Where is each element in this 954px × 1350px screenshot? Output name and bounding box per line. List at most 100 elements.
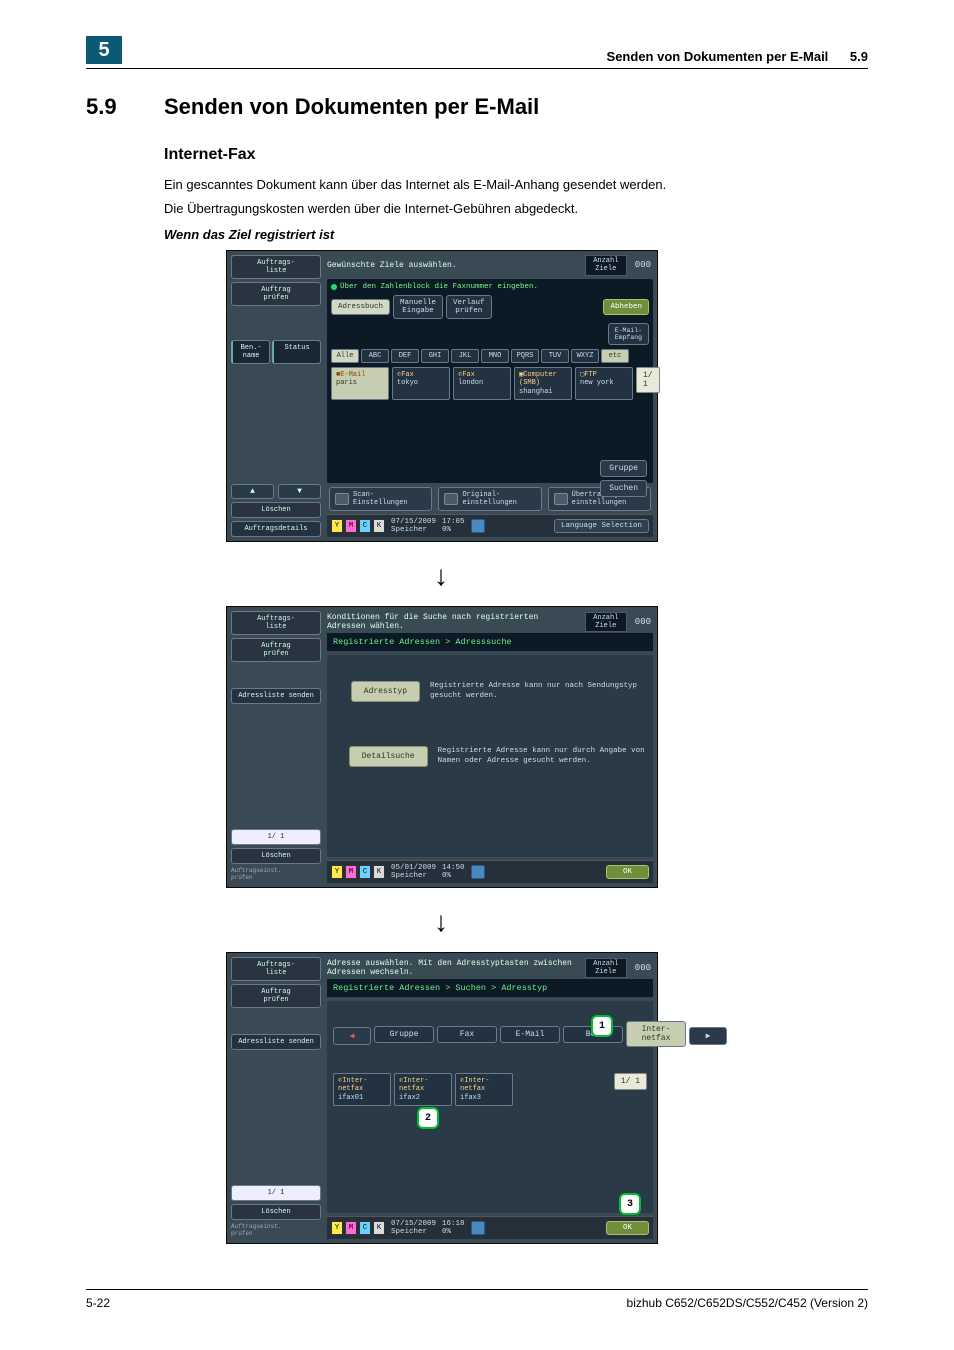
ok-button[interactable]: OK — [606, 865, 649, 879]
alpha-def[interactable]: DEF — [391, 349, 419, 363]
addresstype-desc: Registrierte Adresse kann nur nach Sendu… — [430, 682, 647, 702]
para-2: Die Übertragungskosten werden über die I… — [164, 200, 868, 218]
type-group[interactable]: Gruppe — [374, 1026, 434, 1043]
job-details-button[interactable]: Auftragsdetails — [231, 521, 321, 537]
doc-icon — [471, 519, 485, 533]
job-check-button[interactable]: Auftragprüfen — [231, 282, 321, 306]
dest-count: 000 — [633, 963, 653, 973]
ymck-icon: YMCK — [331, 865, 385, 879]
type-fax[interactable]: Fax — [437, 1026, 497, 1043]
alpha-all[interactable]: Alle — [331, 349, 359, 363]
status-time: 16:180% — [442, 1220, 465, 1236]
delete-button[interactable]: Löschen — [231, 1204, 321, 1220]
callout-1: 1 — [591, 1015, 613, 1037]
dest-count-label: AnzahlZiele — [585, 255, 627, 276]
subheading: Internet-Fax — [164, 146, 868, 164]
send-addresslist-button[interactable]: Adressliste senden — [231, 688, 321, 704]
tab-manual-input[interactable]: ManuelleEingabe — [393, 295, 443, 319]
group-button[interactable]: Gruppe — [600, 460, 647, 477]
chapter-box: 5 — [86, 36, 122, 64]
nav-arrows[interactable]: ▲ ▼ — [231, 484, 321, 499]
dest-tokyo[interactable]: ✆Faxtokyo — [392, 367, 450, 400]
doc-icon — [471, 1221, 485, 1235]
down-arrow-2: ↓ — [226, 906, 656, 938]
page-indicator: 1/ 1 — [636, 367, 660, 393]
alpha-pqrs[interactable]: PQRS — [511, 349, 539, 363]
job-settings-check[interactable]: Auftragseinst.prüfen — [231, 867, 321, 883]
para-em: Wenn das Ziel registriert ist — [164, 227, 868, 242]
original-icon — [444, 493, 458, 505]
status-date: 07/15/2009Speicher — [391, 518, 436, 534]
section-title: 5.9Senden von Dokumenten per E-Mail — [86, 94, 868, 120]
page-box: 1/ 1 — [231, 1185, 321, 1201]
down-arrow-1: ↓ — [226, 560, 656, 592]
ok-button[interactable]: OK — [606, 1221, 649, 1235]
dest-shanghai[interactable]: ▣Computer(SMB)shanghai — [514, 367, 572, 400]
status-date: 07/15/2009Speicher — [391, 1220, 436, 1236]
destination-row: ■E-Mailparis ✆Faxtokyo ✆Faxlondon ▣Compu… — [331, 367, 649, 400]
doc-icon — [471, 865, 485, 879]
up-arrow-button[interactable]: ▲ — [231, 484, 274, 499]
alpha-ghi[interactable]: GHI — [421, 349, 449, 363]
screenshot-2: Auftrags-liste Auftragprüfen Adressliste… — [226, 606, 658, 888]
addresstype-button[interactable]: Adresstyp — [351, 681, 420, 702]
dest-count-label: AnzahlZiele — [585, 612, 627, 633]
job-check-button[interactable]: Auftragprüfen — [231, 984, 321, 1008]
delete-button[interactable]: Löschen — [231, 502, 321, 518]
offhook-button[interactable]: Abheben — [603, 299, 649, 315]
status-time: 14:500% — [442, 864, 465, 880]
item-ifax3[interactable]: ✆Inter-netfaxifax3 — [455, 1073, 513, 1106]
header-secnum: 5.9 — [850, 49, 868, 64]
ymck-icon: YMCK — [331, 519, 385, 533]
scan-settings-button[interactable]: Scan-Einstellungen — [329, 487, 432, 511]
detailsearch-desc: Registrierte Adresse kann nur durch Anga… — [438, 747, 647, 767]
dest-newyork[interactable]: ▢FTPnew york — [575, 367, 633, 400]
language-button[interactable]: Language Selection — [554, 519, 649, 533]
tab-history[interactable]: Verlaufprüfen — [446, 295, 492, 319]
email-recv-button[interactable]: E-Mail-Empfang — [608, 323, 649, 345]
section-number: 5.9 — [86, 94, 164, 120]
item-ifax01[interactable]: ✆Inter-netfaxifax01 — [333, 1073, 391, 1106]
dest-london[interactable]: ✆Faxlondon — [453, 367, 511, 400]
delete-button[interactable]: Löschen — [231, 848, 321, 864]
alpha-jkl[interactable]: JKL — [451, 349, 479, 363]
alpha-abc[interactable]: ABC — [361, 349, 389, 363]
detailsearch-button[interactable]: Detailsuche — [349, 746, 428, 767]
type-internetfax[interactable]: Inter-netfax — [626, 1021, 686, 1047]
item-ifax2[interactable]: ✆Inter-netfaxifax2 — [394, 1073, 452, 1106]
type-left-arrow[interactable]: ◀ — [333, 1027, 371, 1045]
search-button[interactable]: Suchen — [600, 480, 647, 497]
comm-icon — [554, 493, 568, 505]
alpha-etc[interactable]: etc — [601, 349, 629, 363]
screenshot-3: Auftrags-liste Auftragprüfen Adressliste… — [226, 952, 658, 1244]
send-addresslist-button[interactable]: Adressliste senden — [231, 1034, 321, 1050]
running-head: Senden von Dokumenten per E-Mail 5.9 — [607, 49, 868, 64]
alpha-mno[interactable]: MNO — [481, 349, 509, 363]
tab-addressbook[interactable]: Adressbuch — [331, 299, 390, 315]
hint-row: Über den Zahlenblock die Faxnummer einge… — [331, 283, 649, 291]
dest-count: 000 — [633, 260, 653, 270]
panel-message: Konditionen für die Suche nach registrie… — [327, 611, 579, 633]
status-label: Status — [272, 340, 321, 364]
panel-message: Gewünschte Ziele auswählen. — [327, 259, 579, 272]
jobs-list-button[interactable]: Auftrags-liste — [231, 957, 321, 981]
alpha-tuv[interactable]: TUV — [541, 349, 569, 363]
status-date: 05/01/2009Speicher — [391, 864, 436, 880]
dest-count: 000 — [633, 617, 653, 627]
callout-2: 2 — [417, 1107, 439, 1129]
type-right-arrow[interactable]: ▶ — [689, 1027, 727, 1045]
down-arrow-button[interactable]: ▼ — [278, 484, 321, 499]
type-email[interactable]: E-Mail — [500, 1026, 560, 1043]
breadcrumb: Registrierte Adressen > Suchen > Adresst… — [327, 979, 653, 998]
jobs-list-button[interactable]: Auftrags-liste — [231, 255, 321, 279]
job-check-button[interactable]: Auftragprüfen — [231, 638, 321, 662]
jobs-list-button[interactable]: Auftrags-liste — [231, 611, 321, 635]
ymck-icon: YMCK — [331, 1221, 385, 1235]
job-settings-check[interactable]: Auftragseinst.prüfen — [231, 1223, 321, 1239]
header-title: Senden von Dokumenten per E-Mail — [607, 49, 829, 64]
dest-paris[interactable]: ■E-Mailparis — [331, 367, 389, 400]
original-settings-button[interactable]: Original-einstellungen — [438, 487, 541, 511]
page-number: 5-22 — [86, 1296, 110, 1310]
alpha-wxyz[interactable]: WXYZ — [571, 349, 599, 363]
footer-model: bizhub C652/C652DS/C552/C452 (Version 2) — [627, 1296, 868, 1310]
